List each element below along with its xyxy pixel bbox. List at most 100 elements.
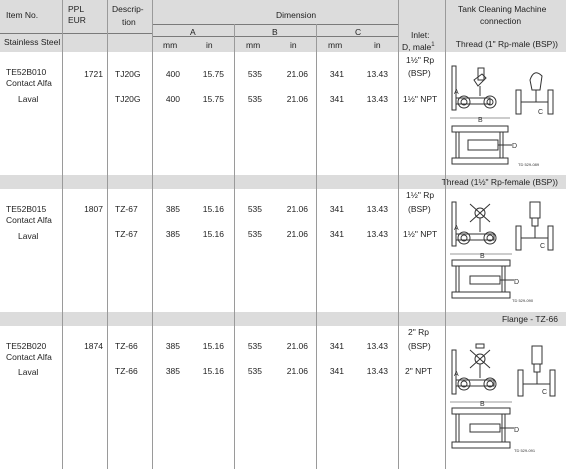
c-mm-1b: 341	[329, 94, 344, 104]
a-in-2a: 15.16	[202, 204, 224, 214]
header-ppl: PPL	[68, 4, 85, 14]
b-in-2a: 21.06	[286, 204, 308, 214]
dim-label-c-1: C	[538, 109, 543, 116]
b-in-1b: 21.06	[286, 94, 308, 104]
b-in-3a: 21.06	[286, 341, 308, 351]
band-3	[0, 312, 566, 326]
a-in-1b: 15.75	[202, 94, 224, 104]
c-in-2b: 13.43	[366, 229, 388, 239]
dim-label-c-2: C	[540, 243, 545, 250]
col-line-7	[445, 0, 446, 469]
c-in-1a: 13.43	[366, 69, 388, 79]
item-contact-2: Contact Alfa	[6, 215, 52, 225]
desc-3b: TZ-66	[115, 366, 138, 376]
spec-table: Item No. PPL EUR Descrip- tion Dimension…	[0, 0, 566, 469]
a-in-3a: 15.16	[202, 341, 224, 351]
dim-label-b-2: B	[480, 253, 485, 260]
technical-drawing-1: A B C D TD 529-089	[450, 65, 554, 167]
dim-label-d-2: D	[514, 279, 519, 286]
c-mm-3b: 341	[329, 366, 344, 376]
b-mm-1a: 535	[247, 69, 262, 79]
b-mm-2a: 535	[247, 204, 262, 214]
band-label-2: Thread (1½" Rp-female (BSP))	[441, 177, 558, 187]
c-mm-2a: 341	[329, 204, 344, 214]
a-mm-1a: 400	[165, 69, 180, 79]
inlet-2a-line2: (BSP)	[408, 204, 431, 214]
c-mm-3a: 341	[329, 341, 344, 351]
technical-drawing-3: A B C D TD 529-091	[450, 343, 556, 453]
a-mm-2b: 385	[165, 229, 180, 239]
band-label-1: Thread (1" Rp-male (BSP))	[455, 39, 558, 49]
header-rule-left	[0, 33, 152, 34]
header-tcm: Tank Cleaning Machine	[458, 4, 547, 14]
ppl-1: 1721	[84, 69, 103, 79]
ppl-3: 1874	[84, 341, 103, 351]
inlet-1b: 1½" NPT	[403, 94, 438, 104]
inlet-3a-line1: 2" Rp	[408, 327, 429, 337]
inlet-3a-line2: (BSP)	[408, 341, 431, 351]
drawing-code-2: TD 529-090	[512, 298, 534, 303]
dim-label-b-1: B	[478, 117, 483, 124]
inlet-3b: 2" NPT	[405, 366, 433, 376]
c-in-3a: 13.43	[366, 341, 388, 351]
a-in-2b: 15.16	[202, 229, 224, 239]
desc-2a: TZ-67	[115, 204, 138, 214]
dim-label-d-3: D	[514, 427, 519, 434]
c-mm-2b: 341	[329, 229, 344, 239]
header-description: Descrip-	[112, 4, 144, 14]
inlet-1a-line2: (BSP)	[408, 68, 431, 78]
a-mm-3b: 385	[165, 366, 180, 376]
col-line-1	[62, 0, 63, 469]
a-mm-1b: 400	[165, 94, 180, 104]
ppl-2: 1807	[84, 204, 103, 214]
c-in-1b: 13.43	[366, 94, 388, 104]
inlet-2a-line1: 1½" Rp	[406, 190, 435, 200]
dim-label-a-1: A	[454, 89, 459, 96]
item-code-2: TE52B015	[6, 204, 47, 214]
dim-label-c-3: C	[542, 389, 547, 396]
header-eur: EUR	[68, 15, 86, 25]
desc-2b: TZ-67	[115, 229, 138, 239]
header-description-cont: tion	[122, 17, 136, 27]
col-line-4	[234, 24, 235, 469]
c-in-2a: 13.43	[366, 204, 388, 214]
b-mm-3a: 535	[247, 341, 262, 351]
drawing-code-1: TD 529-089	[518, 162, 540, 167]
desc-1b: TJ20G	[115, 94, 141, 104]
dim-label-a-2: A	[454, 225, 459, 232]
dim-label-d-1: D	[512, 143, 517, 150]
technical-drawing-2: A B C D TD 529-090	[450, 201, 554, 303]
a-in-1a: 15.75	[202, 69, 224, 79]
b-in-3b: 21.06	[286, 366, 308, 376]
dim-label-a-3: A	[454, 371, 459, 378]
c-in-3b: 13.43	[366, 366, 388, 376]
b-mm-3b: 535	[247, 366, 262, 376]
drawing-code-3: TD 529-091	[514, 448, 536, 453]
item-laval-1: Laval	[18, 94, 39, 104]
item-contact-3: Contact Alfa	[6, 352, 52, 362]
a-mm-3a: 385	[165, 341, 180, 351]
col-line-6	[398, 0, 399, 469]
b-mm-1b: 535	[247, 94, 262, 104]
desc-3a: TZ-66	[115, 341, 138, 351]
a-mm-2a: 385	[165, 204, 180, 214]
c-mm-1a: 341	[329, 69, 344, 79]
header-connection: connection	[480, 16, 522, 26]
item-laval-2: Laval	[18, 231, 39, 241]
inlet-2b: 1½" NPT	[403, 229, 438, 239]
band-label-3: Flange - TZ-66	[501, 314, 558, 324]
item-code-3: TE52B020	[6, 341, 47, 351]
b-in-2b: 21.06	[286, 229, 308, 239]
header-item-no: Item No.	[6, 10, 39, 20]
inlet-1a-line1: 1½" Rp	[406, 55, 435, 65]
dim-label-b-3: B	[480, 401, 485, 408]
item-laval-3: Laval	[18, 367, 39, 377]
item-contact-1: Contact Alfa	[6, 78, 52, 88]
header-rule-dimension	[152, 24, 398, 25]
col-line-3	[152, 0, 153, 469]
col-line-5	[316, 24, 317, 469]
header-dimension: Dimension	[276, 10, 317, 20]
col-line-2	[107, 0, 108, 469]
a-in-3b: 15.16	[202, 366, 224, 376]
b-mm-2b: 535	[247, 229, 262, 239]
